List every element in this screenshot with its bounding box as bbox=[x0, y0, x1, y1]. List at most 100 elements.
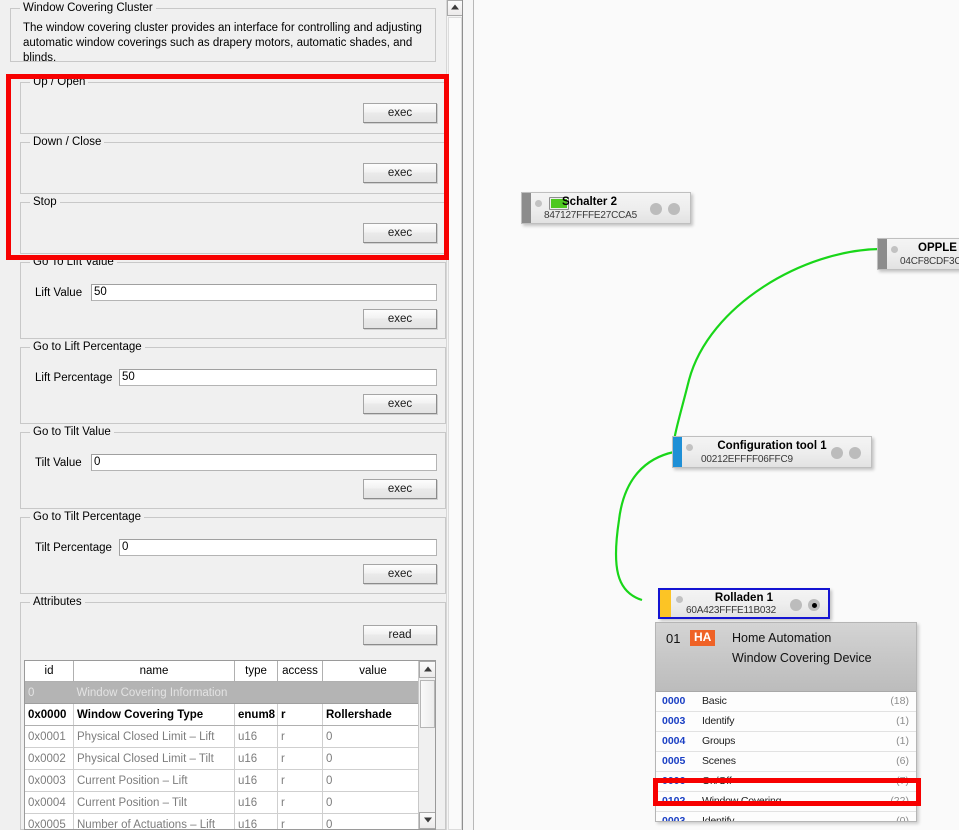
stop-group-title: Stop bbox=[30, 196, 60, 208]
table-row[interactable]: 0 Window Covering Information bbox=[25, 681, 424, 704]
cell-value: 0 bbox=[322, 769, 424, 792]
cluster-list-item[interactable]: 0005 Scenes (6) bbox=[656, 752, 916, 772]
node-endpoint-dot-1[interactable] bbox=[831, 447, 843, 459]
cluster-list: 0000 Basic (18) 0003 Identify (1) 0004 Groups (1… bbox=[656, 692, 916, 822]
node-edge-indicator bbox=[878, 239, 887, 269]
cluster-id: 0003 bbox=[662, 715, 686, 727]
cell-value: 0 bbox=[322, 747, 424, 770]
table-row[interactable]: 0x0001 Physical Closed Limit – Lift u16 r 0 bbox=[25, 725, 424, 748]
lift-value-row: Lift Value 50 bbox=[35, 284, 437, 301]
lift-value-input[interactable]: 50 bbox=[91, 284, 437, 301]
node-status-dot bbox=[535, 200, 542, 207]
go-to-tilt-value-title: Go to Tilt Value bbox=[30, 426, 114, 438]
node-configuration-tool-1[interactable]: Configuration tool 1 00212EFFFF06FFC9 bbox=[672, 436, 872, 468]
cell-type: u16 bbox=[234, 791, 278, 814]
cell-type: u16 bbox=[234, 769, 278, 792]
attributes-table-scrollbar[interactable] bbox=[418, 661, 435, 829]
left-panel-scrollbar[interactable] bbox=[446, 0, 462, 830]
attributes-scroll-down-arrow[interactable] bbox=[419, 812, 435, 829]
cluster-editor-scroll-content: Window Covering Cluster The window cover… bbox=[0, 0, 446, 830]
cluster-attribute-count: (18) bbox=[890, 695, 909, 707]
table-row[interactable]: 0x0000 Window Covering Type enum8 r Rollersh… bbox=[25, 703, 424, 726]
node-address: 60A423FFFE11B032 bbox=[686, 605, 777, 616]
window-covering-cluster-description: The window covering cluster provides an … bbox=[23, 22, 422, 64]
node-endpoint-dot-2[interactable] bbox=[849, 447, 861, 459]
network-graph-panel[interactable]: Schalter 2 847127FFFE27CCA5 OPPLE S 04CF… bbox=[474, 0, 959, 830]
cluster-list-item[interactable]: 0000 Basic (18) bbox=[656, 692, 916, 712]
tilt-value-input[interactable]: 0 bbox=[91, 454, 437, 471]
cluster-attribute-count: (0) bbox=[896, 815, 909, 822]
device-type-name: Window Covering Device bbox=[732, 651, 872, 665]
node-address: 04CF8CDF3C7C bbox=[900, 256, 959, 267]
cluster-list-item[interactable]: 0003 Identify (1) bbox=[656, 712, 916, 732]
cluster-attribute-count: (22) bbox=[890, 795, 909, 807]
table-row[interactable]: 0x0005 Number of Actuations – Lift u16 r 0 bbox=[25, 813, 424, 829]
cell-access: r bbox=[277, 769, 323, 792]
profile-name: Home Automation bbox=[732, 631, 832, 645]
cell-id: 0x0002 bbox=[25, 747, 74, 770]
cell-access: r bbox=[277, 747, 323, 770]
cell-type: u16 bbox=[234, 725, 278, 748]
go-to-lift-value-exec-button[interactable]: exec bbox=[363, 309, 437, 329]
node-address: 847127FFFE27CCA5 bbox=[544, 210, 637, 221]
cell-access: r bbox=[277, 703, 323, 726]
down-close-exec-button[interactable]: exec bbox=[363, 163, 437, 183]
cluster-attribute-count: (1) bbox=[896, 715, 909, 727]
table-row[interactable]: 0x0003 Current Position – Lift u16 r 0 bbox=[25, 769, 424, 792]
node-endpoint-dot-1[interactable] bbox=[790, 599, 802, 611]
link-opple-to-config-tool bbox=[672, 247, 881, 452]
table-row[interactable]: 0x0002 Physical Closed Limit – Tilt u16 r 0 bbox=[25, 747, 424, 770]
cluster-attribute-count: (7) bbox=[896, 775, 909, 787]
go-to-lift-percentage-exec-button[interactable]: exec bbox=[363, 394, 437, 414]
cluster-list-item[interactable]: 0003 Identify (0) bbox=[656, 812, 916, 822]
stop-exec-button[interactable]: exec bbox=[363, 223, 437, 243]
cluster-id: 0005 bbox=[662, 755, 686, 767]
go-to-tilt-value-exec-button[interactable]: exec bbox=[363, 479, 437, 499]
cluster-list-item[interactable]: 0102 Window Covering (22) bbox=[656, 792, 916, 812]
go-to-tilt-percentage-exec-button[interactable]: exec bbox=[363, 564, 437, 584]
node-endpoint-dot-2[interactable] bbox=[668, 203, 680, 215]
table-row[interactable]: 0x0004 Current Position – Tilt u16 r 0 bbox=[25, 791, 424, 814]
endpoint-cluster-panel[interactable]: 01 HA Home Automation Window Covering De… bbox=[655, 622, 917, 822]
up-open-exec-button[interactable]: exec bbox=[363, 103, 437, 123]
cluster-list-item[interactable]: 0004 Groups (1) bbox=[656, 732, 916, 752]
cluster-list-item[interactable]: 0006 On/Off (7) bbox=[656, 772, 916, 792]
cell-id: 0x0003 bbox=[25, 769, 74, 792]
node-rolladen-1[interactable]: Rolladen 1 60A423FFFE11B032 bbox=[658, 588, 830, 619]
cluster-name: Scenes bbox=[702, 755, 736, 767]
node-status-dot bbox=[891, 246, 898, 253]
node-title: Rolladen 1 bbox=[714, 592, 774, 604]
stop-group: Stop exec bbox=[20, 196, 446, 254]
cell-access: r bbox=[277, 791, 323, 814]
read-attributes-button[interactable]: read bbox=[363, 625, 437, 645]
cluster-name: Identify bbox=[702, 715, 735, 727]
node-opple-switch[interactable]: OPPLE S 04CF8CDF3C7C bbox=[877, 238, 959, 270]
panel-splitter[interactable] bbox=[462, 0, 474, 830]
column-header-name[interactable]: name bbox=[73, 661, 235, 682]
tilt-percentage-input[interactable]: 0 bbox=[119, 539, 437, 556]
attributes-group-title: Attributes bbox=[30, 596, 85, 608]
column-header-type[interactable]: type bbox=[234, 661, 278, 682]
column-header-value[interactable]: value bbox=[322, 661, 424, 682]
cluster-name: Basic bbox=[702, 695, 727, 707]
cell-type: u16 bbox=[234, 813, 278, 829]
lift-percentage-row: Lift Percentage 50 bbox=[35, 369, 437, 386]
column-header-id[interactable]: id bbox=[25, 661, 74, 682]
node-schalter-2[interactable]: Schalter 2 847127FFFE27CCA5 bbox=[521, 192, 691, 224]
node-endpoint-dot-2-selected[interactable] bbox=[808, 599, 820, 611]
column-header-access[interactable]: access bbox=[277, 661, 323, 682]
go-to-lift-percentage-title: Go to Lift Percentage bbox=[30, 341, 145, 353]
cluster-attribute-count: (6) bbox=[896, 755, 909, 767]
cell-id: 0 bbox=[25, 681, 74, 704]
attributes-scroll-up-arrow[interactable] bbox=[419, 661, 435, 678]
cluster-name: Identify bbox=[702, 815, 735, 822]
left-panel-scroll-up-arrow[interactable] bbox=[447, 0, 462, 16]
node-endpoint-dot-1[interactable] bbox=[650, 203, 662, 215]
go-to-lift-percentage-group: Go to Lift Percentage Lift Percentage 50… bbox=[20, 341, 446, 424]
cluster-name: Groups bbox=[702, 735, 736, 747]
tilt-percentage-row: Tilt Percentage 0 bbox=[35, 539, 437, 556]
tilt-value-label: Tilt Value bbox=[35, 456, 82, 469]
lift-percentage-input[interactable]: 50 bbox=[119, 369, 437, 386]
attributes-scroll-thumb[interactable] bbox=[420, 680, 435, 728]
left-panel-scroll-track[interactable] bbox=[448, 17, 462, 830]
